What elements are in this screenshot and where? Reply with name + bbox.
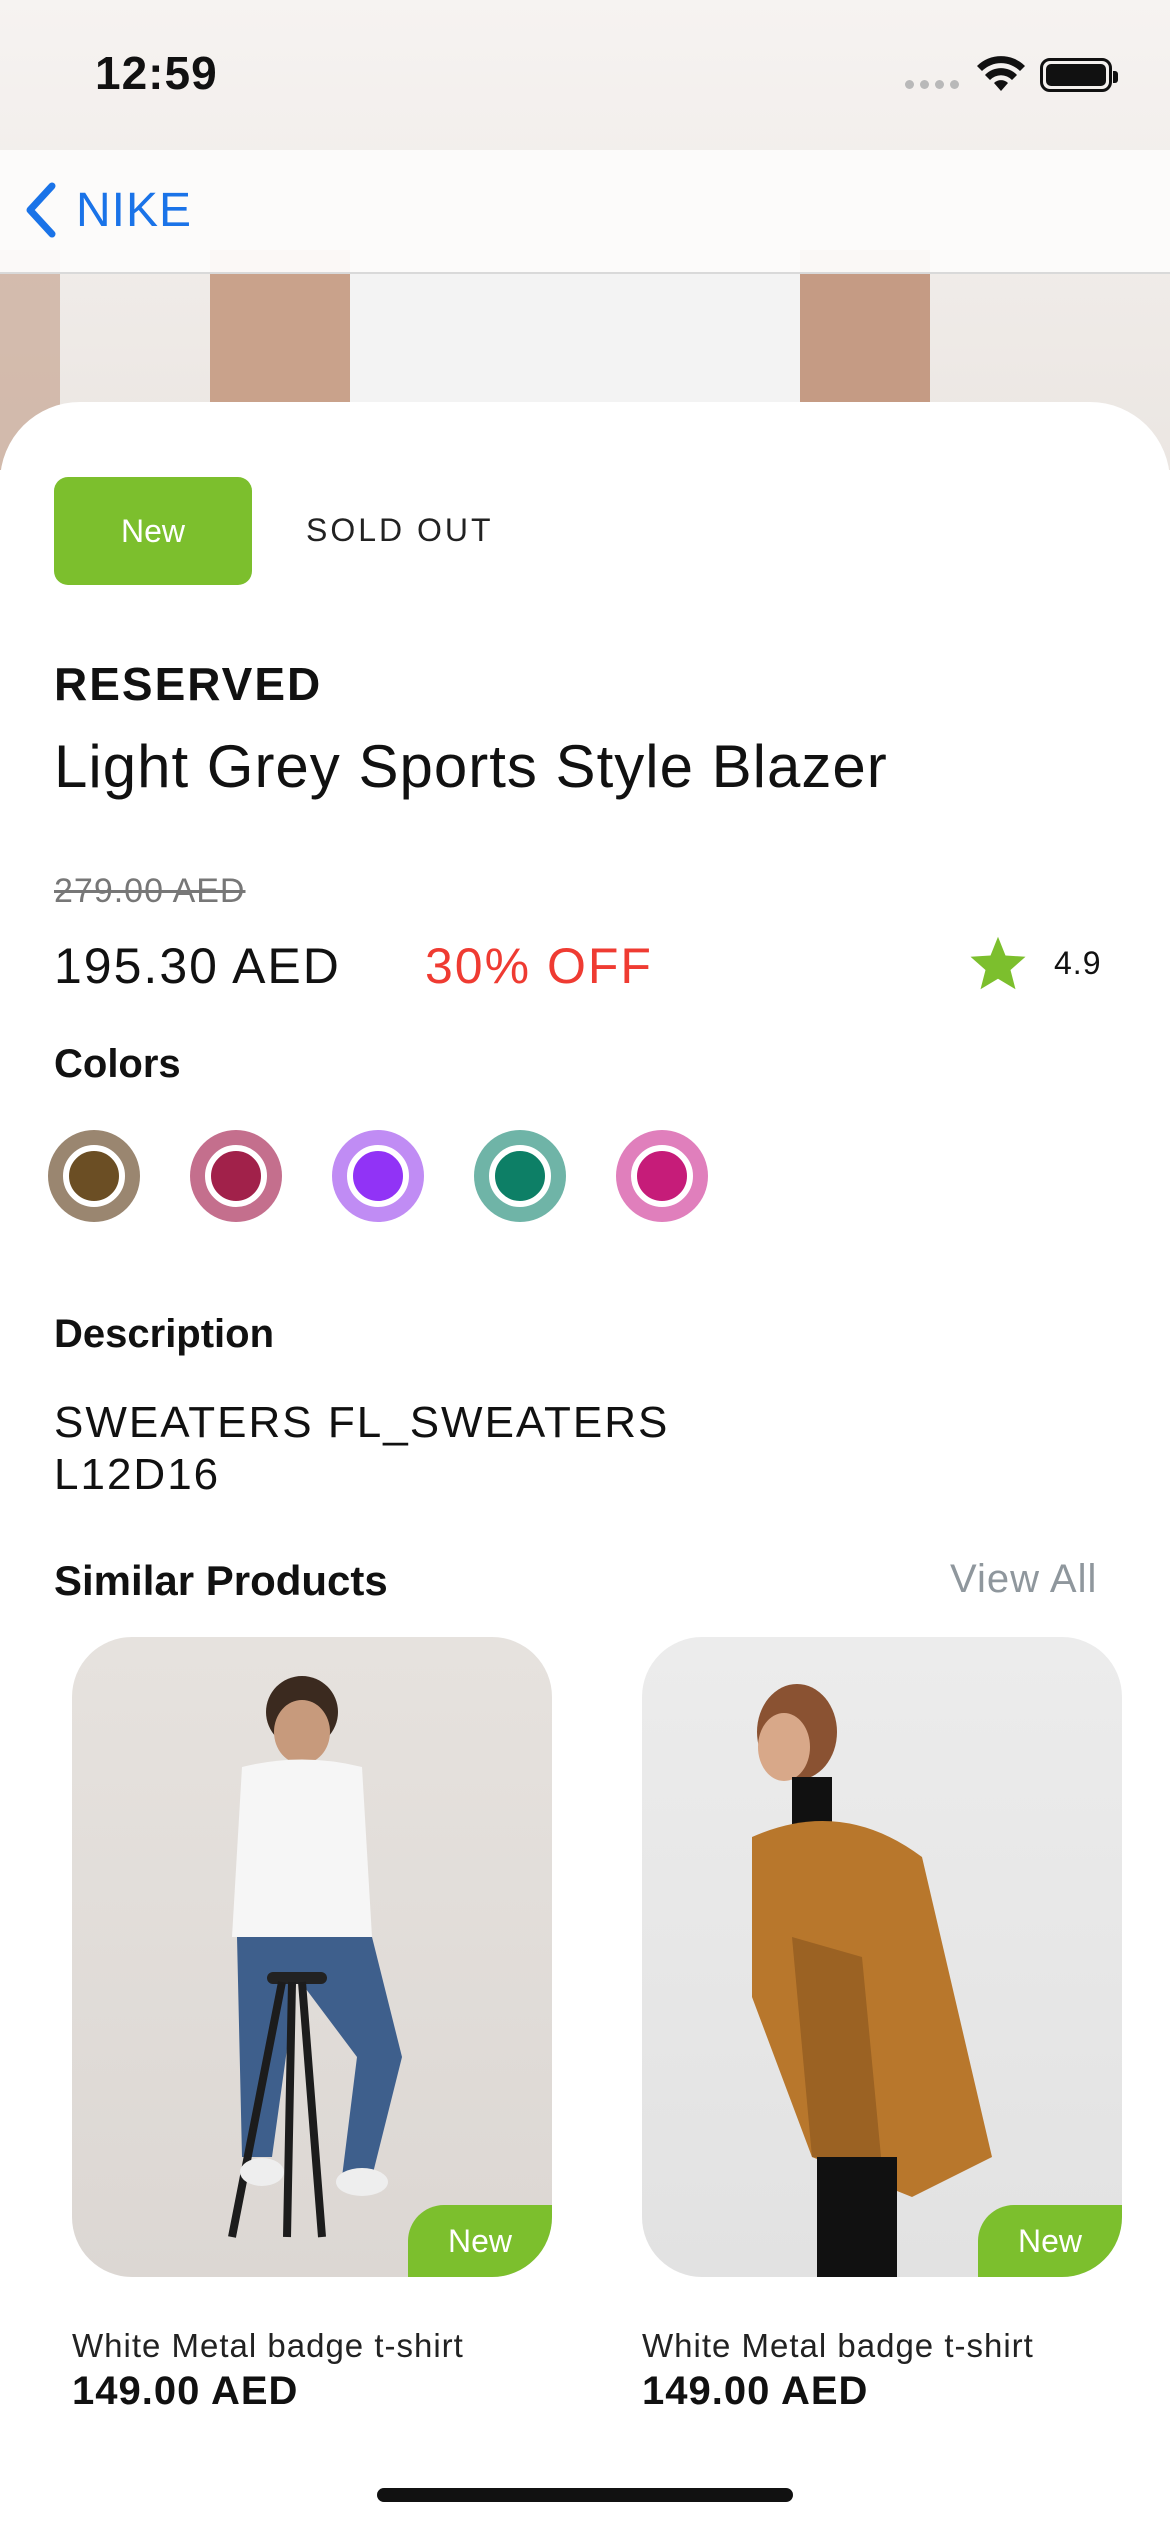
description-text: SWEATERS FL_SWEATERS L12D16 (54, 1398, 670, 1499)
rating-value: 4.9 (1054, 944, 1102, 981)
woman-in-jacket-image (752, 1684, 992, 2277)
product-name: White Metal badge t-shirt (642, 2327, 1034, 2364)
color-swatch[interactable] (332, 1130, 424, 1222)
status-bar: 12:59 (0, 0, 1170, 150)
new-badge: New (54, 477, 252, 585)
product-price: 149.00 AED (72, 2369, 299, 2413)
view-all-link[interactable]: View All (950, 1557, 1097, 1602)
color-swatch[interactable] (190, 1130, 282, 1222)
brand-name: RESERVED (54, 658, 323, 710)
back-button[interactable]: NIKE (22, 180, 192, 240)
similar-product-card[interactable]: New White Metal badge t-shirt 149.00 AED (642, 1637, 1122, 2414)
product-title: Light Grey Sports Style Blazer (54, 733, 888, 800)
similar-products-heading: Similar Products (54, 1557, 388, 1604)
availability-status: SOLD OUT (306, 512, 494, 548)
home-indicator[interactable] (377, 2488, 793, 2502)
color-swatch-fill (631, 1145, 693, 1207)
color-swatches (48, 1130, 708, 1222)
rating: 4.9 (968, 934, 1101, 992)
battery-icon (1040, 58, 1118, 92)
back-label: NIKE (76, 183, 193, 237)
description-heading: Description (54, 1312, 275, 1356)
color-swatch-fill (63, 1145, 125, 1207)
product-image: New (642, 1637, 1122, 2277)
color-swatch[interactable] (616, 1130, 708, 1222)
new-tag: New (408, 2205, 552, 2277)
product-image: New (72, 1637, 552, 2277)
discount-label: 30% OFF (425, 938, 653, 994)
current-price: 195.30 AED (54, 938, 341, 994)
color-swatch-fill (205, 1145, 267, 1207)
product-price: 149.00 AED (642, 2369, 869, 2413)
man-on-stool-image (228, 1676, 402, 2238)
original-price: 279.00 AED (54, 872, 246, 910)
wifi-icon (977, 56, 1025, 91)
status-time: 12:59 (95, 47, 218, 99)
chevron-left-icon (26, 182, 56, 238)
color-swatch[interactable] (48, 1130, 140, 1222)
product-name: White Metal badge t-shirt (72, 2327, 464, 2364)
color-swatch[interactable] (474, 1130, 566, 1222)
color-swatch-fill (489, 1145, 551, 1207)
star-icon (970, 936, 1026, 990)
similar-product-card[interactable]: New White Metal badge t-shirt 149.00 AED (72, 1637, 552, 2414)
product-detail-screen: 12:59 NIKE New SOLD OUT RESERVED Light G… (0, 0, 1170, 2532)
color-swatch-fill (347, 1145, 409, 1207)
navigation-bar: NIKE (0, 150, 1170, 274)
colors-heading: Colors (54, 1042, 181, 1086)
cellular-signal-icon (905, 80, 961, 92)
new-tag: New (978, 2205, 1122, 2277)
